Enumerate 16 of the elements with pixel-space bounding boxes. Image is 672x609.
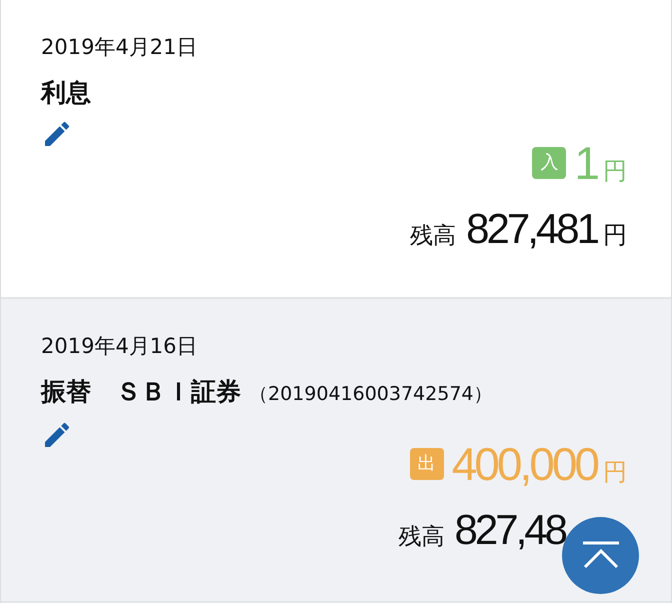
withdrawal-badge: 出 xyxy=(410,448,444,480)
transaction-title: 振替 ＳＢＩ証券 xyxy=(41,376,241,408)
balance-amount: 827,481 xyxy=(466,204,597,254)
deposit-badge: 入 xyxy=(532,147,566,179)
transaction-title: 利息 xyxy=(41,77,91,109)
transaction-reference: （20190416003742574） xyxy=(249,382,493,407)
balance-amount: 827,48 xyxy=(454,505,565,555)
transaction-amount: 1 xyxy=(574,138,597,188)
currency-unit: 円 xyxy=(603,457,627,488)
balance-label: 残高 xyxy=(398,523,445,552)
balance-label: 残高 xyxy=(410,222,456,251)
currency-unit: 円 xyxy=(603,220,627,251)
currency-unit: 円 xyxy=(603,156,627,187)
transaction-date: 2019年4月16日 xyxy=(41,333,199,360)
transaction-amount: 400,000 xyxy=(452,439,597,489)
transaction-date: 2019年4月21日 xyxy=(41,34,199,61)
